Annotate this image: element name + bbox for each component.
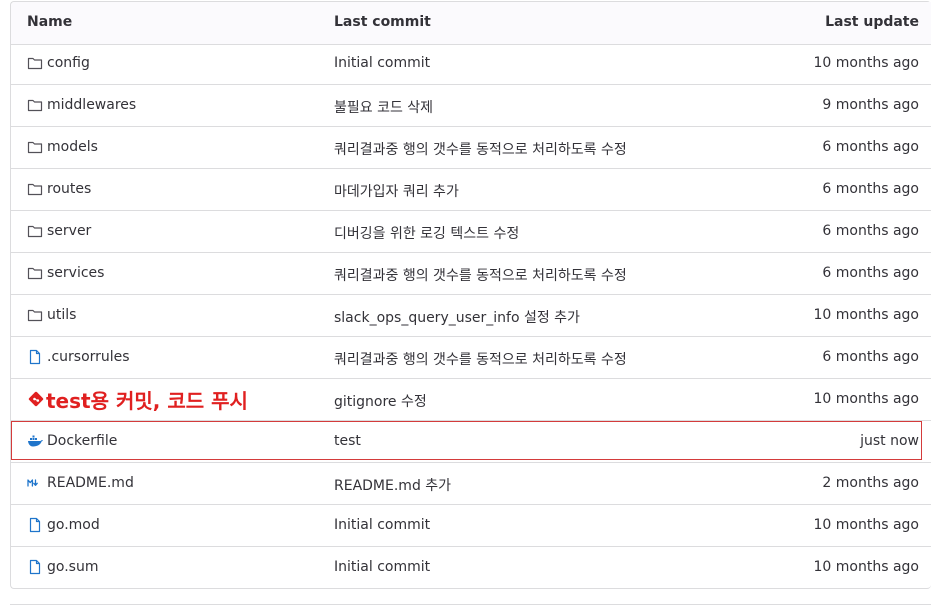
file-name[interactable]: go.sum <box>47 559 98 575</box>
update-time: 10 months ago <box>813 307 919 323</box>
header-last-commit: Last commit <box>334 14 431 30</box>
commit-message[interactable]: 마데가입자 쿼리 추가 <box>334 181 459 201</box>
folder-icon <box>27 55 43 71</box>
commit-message[interactable]: 쿼리결과중 행의 갯수를 동적으로 처리하도록 수정 <box>334 349 627 369</box>
update-time: 2 months ago <box>822 475 919 491</box>
git-icon <box>28 388 44 412</box>
file-name[interactable]: utils <box>47 307 76 323</box>
table-row[interactable]: models 쿼리결과중 행의 갯수를 동적으로 처리하도록 수정 6 mont… <box>11 128 931 169</box>
table-row[interactable]: Dockerfile test just now <box>11 422 931 463</box>
file-icon <box>27 349 43 365</box>
update-time: 6 months ago <box>822 349 919 365</box>
table-header: Name Last commit Last update <box>11 2 931 45</box>
table-row[interactable]: config Initial commit 10 months ago <box>11 44 931 85</box>
table-row[interactable]: middlewares 불필요 코드 삭제 9 months ago <box>11 86 931 127</box>
update-time: 6 months ago <box>822 181 919 197</box>
update-time: 10 months ago <box>813 55 919 71</box>
commit-message[interactable]: Initial commit <box>334 559 430 575</box>
folder-icon <box>27 307 43 323</box>
file-name[interactable]: server <box>47 223 91 239</box>
file-table: Name Last commit Last update config Init… <box>10 1 931 589</box>
commit-message[interactable]: 쿼리결과중 행의 갯수를 동적으로 처리하도록 수정 <box>334 265 627 285</box>
table-row[interactable]: services 쿼리결과중 행의 갯수를 동적으로 처리하도록 수정 6 mo… <box>11 254 931 295</box>
commit-message[interactable]: slack_ops_query_user_info 설정 추가 <box>334 307 580 327</box>
commit-message[interactable]: test <box>334 433 361 449</box>
file-name[interactable]: README.md <box>47 475 134 491</box>
header-last-update: Last update <box>825 14 919 30</box>
folder-icon <box>27 265 43 281</box>
commit-message[interactable]: gitignore 수정 <box>334 391 427 411</box>
divider <box>10 604 931 605</box>
update-time: 10 months ago <box>813 391 919 407</box>
file-name[interactable]: services <box>47 265 104 281</box>
table-row[interactable]: go.sum Initial commit 10 months ago <box>11 548 931 589</box>
file-name[interactable]: middlewares <box>47 97 136 113</box>
file-name[interactable]: go.mod <box>47 517 100 533</box>
folder-icon <box>27 181 43 197</box>
commit-message[interactable]: Initial commit <box>334 55 430 71</box>
update-time: 6 months ago <box>822 265 919 281</box>
update-time: 9 months ago <box>822 97 919 113</box>
commit-message[interactable]: 디버깅을 위한 로깅 텍스트 수정 <box>334 223 519 243</box>
commit-message[interactable]: 불필요 코드 삭제 <box>334 97 433 117</box>
file-name[interactable]: .cursorrules <box>47 349 130 365</box>
file-icon <box>27 517 43 533</box>
docker-icon <box>27 433 43 449</box>
update-time: 10 months ago <box>813 559 919 575</box>
file-name[interactable]: routes <box>47 181 91 197</box>
annotation-label: test용 커밋, 코드 푸시 <box>28 385 248 414</box>
header-name: Name <box>27 14 73 30</box>
file-name[interactable]: config <box>47 55 90 71</box>
file-name[interactable]: models <box>47 139 98 155</box>
commit-message[interactable]: Initial commit <box>334 517 430 533</box>
update-time: 6 months ago <box>822 139 919 155</box>
update-time: 10 months ago <box>813 517 919 533</box>
annotation-text: test용 커밋, 코드 푸시 <box>46 389 248 413</box>
commit-message[interactable]: 쿼리결과중 행의 갯수를 동적으로 처리하도록 수정 <box>334 139 627 159</box>
file-icon <box>27 559 43 575</box>
table-row[interactable]: README.md README.md 추가 2 months ago <box>11 464 931 505</box>
update-time: 6 months ago <box>822 223 919 239</box>
table-row[interactable]: go.mod Initial commit 10 months ago <box>11 506 931 547</box>
folder-icon <box>27 97 43 113</box>
file-name[interactable]: Dockerfile <box>47 433 117 449</box>
commit-message[interactable]: README.md 추가 <box>334 475 451 495</box>
table-row[interactable]: routes 마데가입자 쿼리 추가 6 months ago <box>11 170 931 211</box>
update-time: just now <box>860 433 919 449</box>
folder-icon <box>27 223 43 239</box>
table-row[interactable]: utils slack_ops_query_user_info 설정 추가 10… <box>11 296 931 337</box>
folder-icon <box>27 139 43 155</box>
table-row[interactable]: .cursorrules 쿼리결과중 행의 갯수를 동적으로 처리하도록 수정 … <box>11 338 931 379</box>
markdown-icon <box>27 475 43 491</box>
table-row[interactable]: server 디버깅을 위한 로깅 텍스트 수정 6 months ago <box>11 212 931 253</box>
